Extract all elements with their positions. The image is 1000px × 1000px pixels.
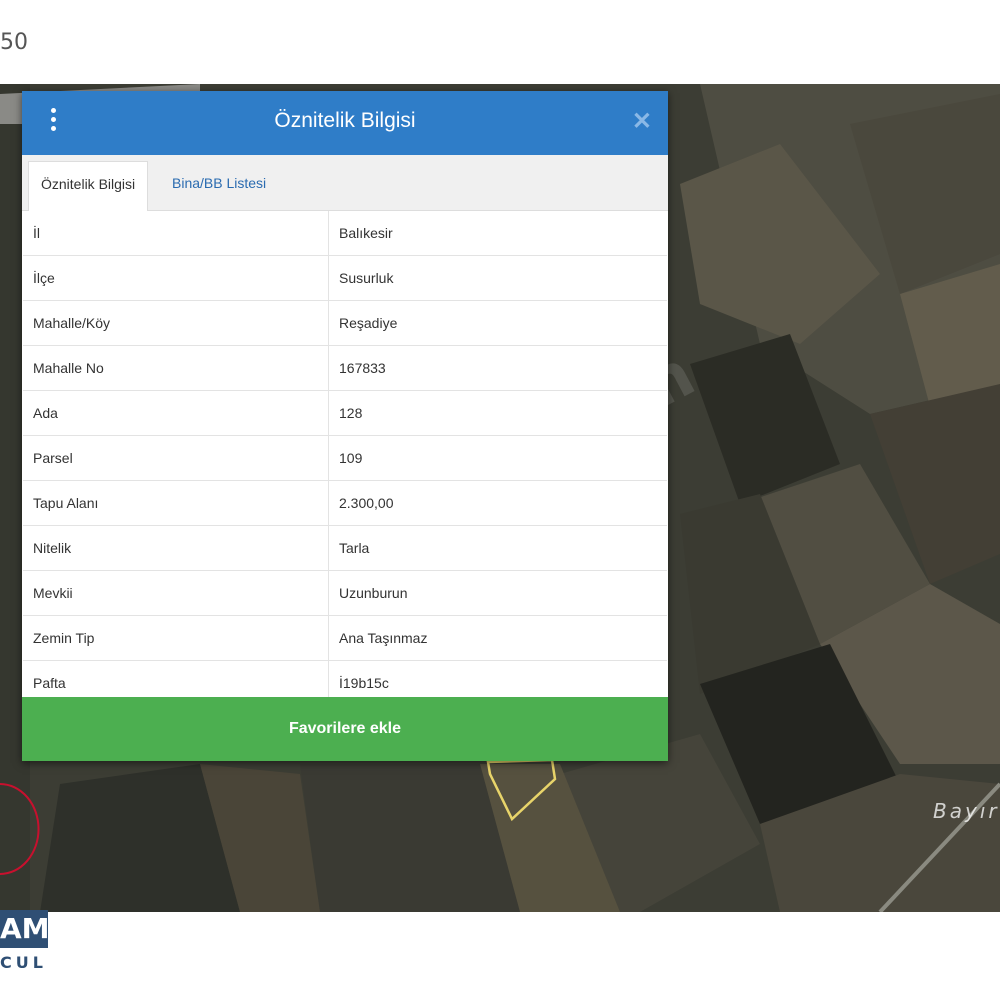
- attribute-value: Susurluk: [328, 255, 667, 301]
- brand-logo-subtext: CUL: [0, 953, 47, 972]
- attribute-value: Tarla: [328, 525, 667, 571]
- attribute-key: Mevkii: [23, 570, 329, 616]
- tab-attribute-info[interactable]: Öznitelik Bilgisi: [28, 161, 149, 211]
- attribute-key: Mahalle/Köy: [23, 300, 329, 346]
- attribute-key: Tapu Alanı: [23, 480, 329, 526]
- table-row: Mahalle No 167833: [23, 345, 667, 391]
- close-icon[interactable]: ✕: [632, 107, 652, 136]
- table-row: İl Balıkesir: [23, 211, 667, 256]
- map-place-label: Bayır: [933, 799, 1000, 823]
- dialog-title: Öznitelik Bilgisi: [274, 109, 416, 132]
- table-row: Zemin Tip Ana Taşınmaz: [23, 615, 667, 661]
- attribute-key: Nitelik: [23, 525, 329, 571]
- table-row: Mahalle/Köy Reşadiye: [23, 300, 667, 346]
- table-row: Nitelik Tarla: [23, 525, 667, 571]
- attribute-value: Balıkesir: [328, 211, 667, 256]
- attribute-value: 109: [328, 435, 667, 481]
- attribute-key: Zemin Tip: [23, 615, 329, 661]
- dialog-header: Öznitelik Bilgisi ✕: [22, 91, 668, 155]
- table-row: Ada 128: [23, 390, 667, 436]
- attribute-value: Reşadiye: [328, 300, 667, 346]
- attribute-table: İl Balıkesir İlçe Susurluk Mahalle/Köy Reşadi…: [23, 211, 667, 706]
- attribute-key: Parsel: [23, 435, 329, 481]
- table-row: İlçe Susurluk: [23, 255, 667, 301]
- page-top-label: 50: [0, 30, 28, 55]
- attribute-info-dialog: Öznitelik Bilgisi ✕ Öznitelik Bilgisi Bi…: [22, 91, 668, 761]
- attribute-value: Ana Taşınmaz: [328, 615, 667, 661]
- attribute-value: 167833: [328, 345, 667, 391]
- brand-logo: AM: [0, 910, 48, 948]
- dialog-tabs: Öznitelik Bilgisi Bina/BB Listesi: [22, 155, 668, 211]
- attribute-key: Mahalle No: [23, 345, 329, 391]
- attribute-value: 2.300,00: [328, 480, 667, 526]
- attribute-key: Ada: [23, 390, 329, 436]
- table-row: Parsel 109: [23, 435, 667, 481]
- attribute-value: Uzunburun: [328, 570, 667, 616]
- attribute-key: İl: [23, 211, 329, 256]
- attribute-value: 128: [328, 390, 667, 436]
- table-row: Mevkii Uzunburun: [23, 570, 667, 616]
- add-to-favorites-button[interactable]: Favorilere ekle: [22, 697, 668, 761]
- tab-building-list[interactable]: Bina/BB Listesi: [160, 161, 278, 210]
- table-row: Tapu Alanı 2.300,00: [23, 480, 667, 526]
- attribute-key: İlçe: [23, 255, 329, 301]
